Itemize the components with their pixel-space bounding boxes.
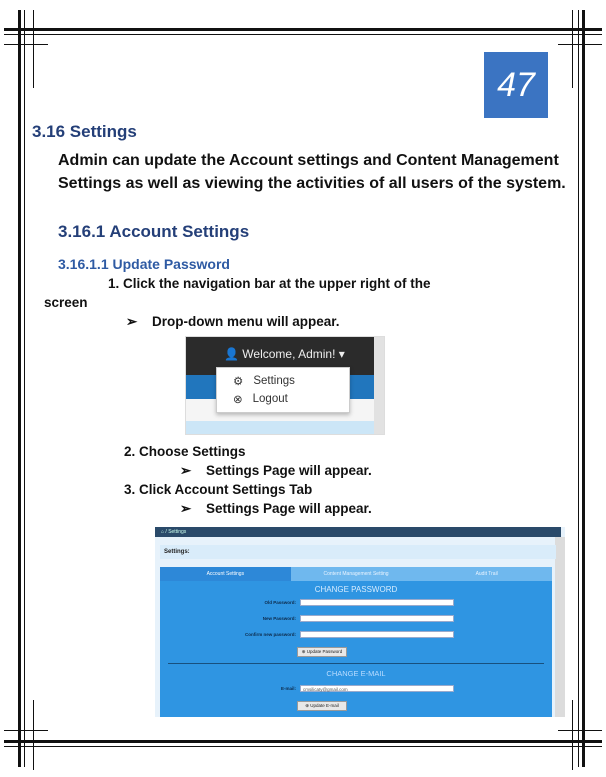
arrow-bullet-icon: ➢ — [180, 501, 192, 516]
email-input[interactable]: cmsilicaty@gmail.com — [300, 685, 454, 692]
new-password-input[interactable] — [300, 615, 454, 622]
settings-page-screenshot: ⌂ / Settings Settings: Account Settings … — [155, 527, 565, 717]
tab-content-management[interactable]: Content Management Setting — [291, 567, 422, 581]
tab-account-settings[interactable]: Account Settings — [160, 567, 291, 581]
step-1-text: 1. Click the navigation bar at the upper… — [108, 276, 431, 291]
scrollbar[interactable] — [374, 337, 384, 434]
old-password-row: Old Password: — [160, 599, 552, 607]
step-1-text-cont: screen — [44, 295, 88, 310]
arrow-bullet-icon: ➢ — [126, 314, 138, 329]
update-password-button[interactable]: ⊕ Update Password — [297, 647, 347, 657]
breadcrumb: ⌂ / Settings — [155, 527, 561, 537]
change-email-heading: CHANGE E-MAIL — [326, 669, 386, 678]
light-content-bar — [186, 421, 374, 434]
settings-tabs: Account Settings Content Management Sett… — [160, 567, 552, 581]
step-2-result: ➢ Settings Page will appear. — [180, 463, 372, 479]
subsubsection-title: 3.16.1.1 Update Password — [58, 256, 230, 272]
step-2-text: 2. Choose Settings — [124, 444, 246, 459]
update-email-button[interactable]: ⊕ Update E-mail — [297, 701, 347, 711]
old-password-label: Old Password: — [264, 600, 296, 605]
arrow-bullet-icon: ➢ — [180, 463, 192, 478]
dropdown-item-logout[interactable]: ⊗ Logout — [233, 392, 288, 406]
welcome-menu-toggle[interactable]: 👤 Welcome, Admin! ▾ — [224, 347, 345, 361]
step-1-result: ➢ Drop-down menu will appear. — [126, 314, 340, 330]
new-password-label: New Password: — [262, 616, 296, 621]
old-password-input[interactable] — [300, 599, 454, 606]
subsection-title: 3.16.1 Account Settings — [58, 222, 250, 241]
tab-audit-trail[interactable]: Audit Trail — [421, 567, 552, 581]
confirm-password-row: Confirm new password: — [160, 631, 552, 639]
dropdown-screenshot: 👤 Welcome, Admin! ▾ ⚙ Settings ⊗ Logout — [185, 336, 385, 435]
new-password-row: New Password: — [160, 615, 552, 623]
email-label: E-mail: — [280, 686, 296, 691]
step-3-result-text: Settings Page will appear. — [206, 501, 372, 516]
step-3-result: ➢ Settings Page will appear. — [180, 501, 372, 517]
step-2-result-text: Settings Page will appear. — [206, 463, 372, 478]
confirm-password-input[interactable] — [300, 631, 454, 638]
close-circle-icon: ⊗ — [233, 394, 243, 406]
step-3-text: 3. Click Account Settings Tab — [124, 482, 313, 497]
user-icon: 👤 — [224, 347, 239, 361]
step-1-result-text: Drop-down menu will appear. — [152, 314, 340, 329]
dropdown-item-label: Settings — [253, 375, 295, 387]
email-row: E-mail: cmsilicaty@gmail.com — [160, 685, 552, 693]
panel-title: Settings: — [160, 545, 556, 559]
section-title: 3.16 Settings — [32, 122, 137, 141]
welcome-label: Welcome, Admin! ▾ — [242, 347, 345, 361]
confirm-password-label: Confirm new password: — [244, 632, 296, 637]
gear-icon: ⚙ — [233, 376, 244, 388]
scrollbar[interactable] — [555, 537, 565, 717]
section-divider — [168, 663, 544, 664]
settings-body: CHANGE PASSWORD Old Password: New Passwo… — [160, 581, 552, 717]
dropdown-item-label: Logout — [252, 393, 288, 405]
page-number-badge: 47 — [484, 52, 548, 118]
change-password-heading: CHANGE PASSWORD — [314, 585, 398, 594]
dropdown-menu: ⚙ Settings ⊗ Logout — [216, 367, 350, 413]
section-description: Admin can update the Account settings an… — [58, 152, 566, 192]
dropdown-item-settings[interactable]: ⚙ Settings — [233, 374, 295, 388]
